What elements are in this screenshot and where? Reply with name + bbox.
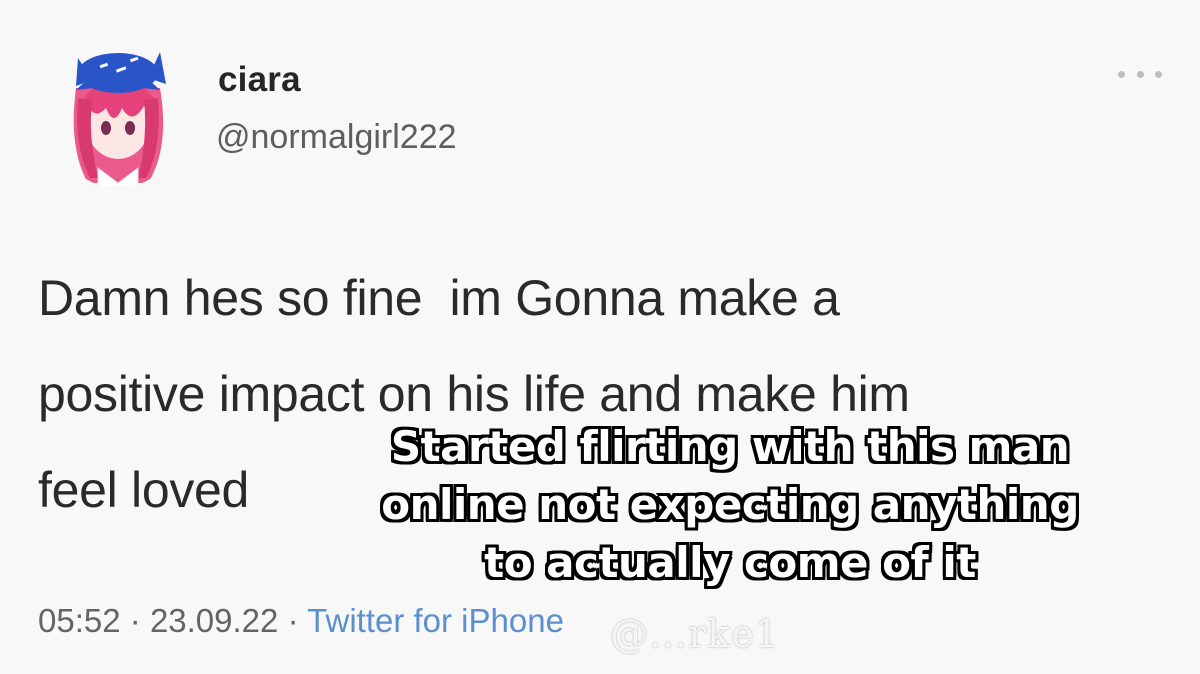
tweet-card: ciara @normalgirl222 Damn hes so fine im… [0, 0, 1200, 674]
caption-overlay: Started flirting with this man online no… [381, 422, 1079, 587]
user-handle[interactable]: @normalgirl222 [216, 118, 457, 157]
watermark: @…rke1 [610, 612, 780, 656]
meta-separator: · [129, 602, 141, 639]
tweet-source-link[interactable]: Twitter for iPhone [307, 602, 564, 639]
avatar[interactable] [48, 28, 188, 188]
tweet-time[interactable]: 05:52 [38, 602, 121, 639]
display-name[interactable]: ciara [218, 60, 301, 100]
tweet-meta: 05:52 · 23.09.22 · Twitter for iPhone [38, 602, 564, 640]
meta-separator: · [287, 602, 299, 639]
anime-girl-avatar-icon [48, 28, 188, 188]
tweet-date[interactable]: 23.09.22 [150, 602, 278, 639]
more-horizontal-icon[interactable] [1118, 64, 1162, 84]
